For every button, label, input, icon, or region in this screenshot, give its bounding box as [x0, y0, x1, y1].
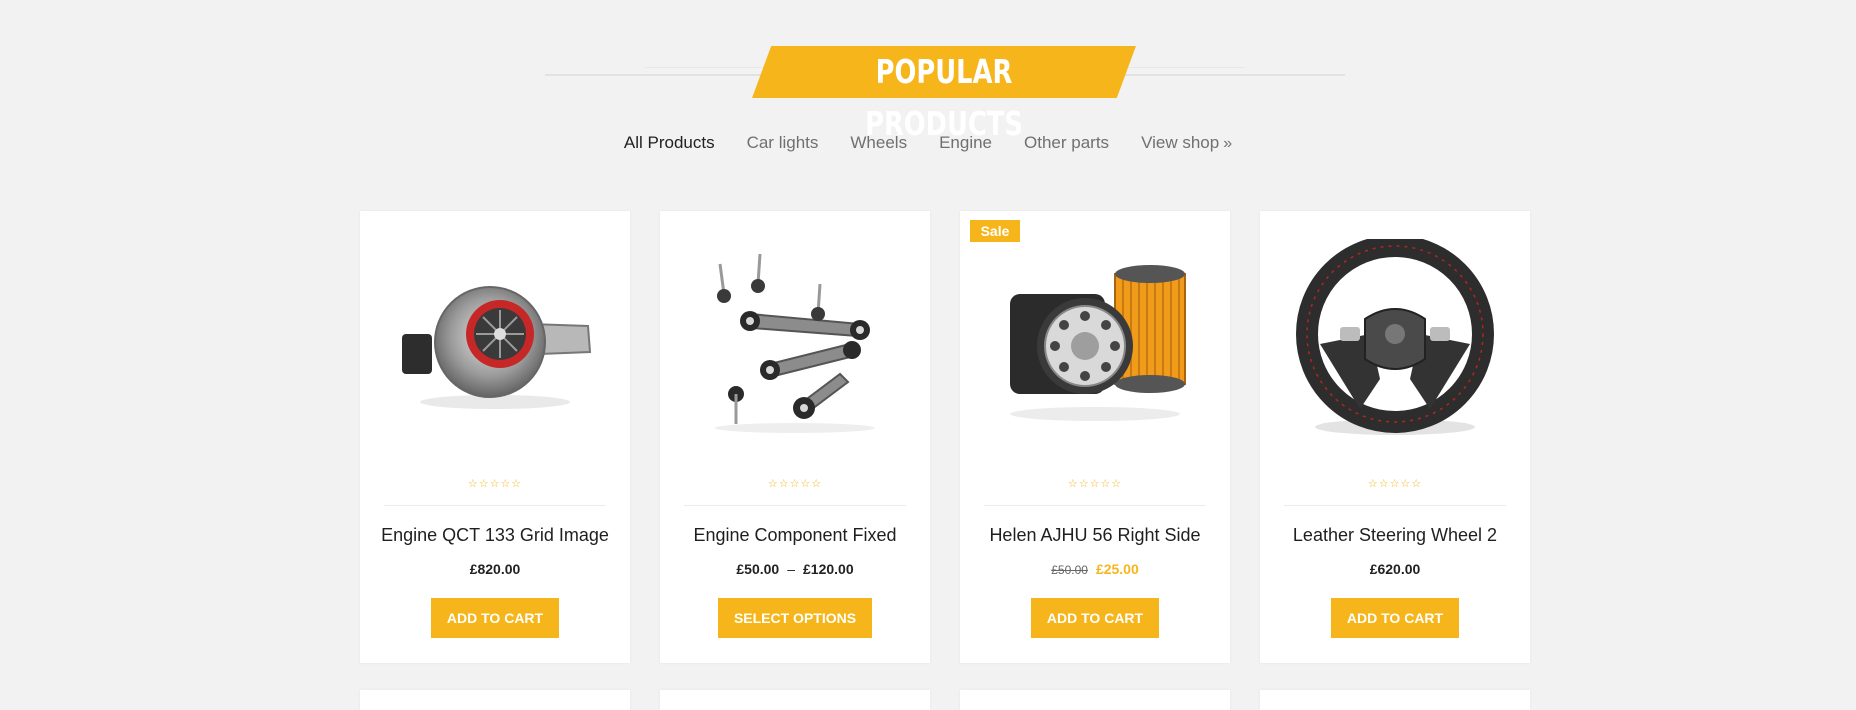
section-title: POPULAR PRODUCTS: [865, 52, 1023, 143]
tab-engine[interactable]: Engine: [939, 133, 992, 157]
product-card: ☆☆☆☆☆ Engine Component Fixed £50.00– £120…: [660, 211, 930, 663]
price-value: £620.00: [1369, 561, 1421, 577]
product-card-partial: [660, 690, 930, 710]
view-shop-link[interactable]: View shop»: [1141, 133, 1232, 157]
product-grid-next-row: [360, 690, 1530, 710]
product-card: ☆☆☆☆☆ Leather Steering Wheel 2 £620.00 A…: [1260, 211, 1530, 663]
price-min: £50.00: [736, 561, 780, 577]
turbocharger-image[interactable]: [380, 231, 610, 446]
add-to-cart-button[interactable]: ADD TO CART: [431, 598, 559, 638]
sale-price: £25.00: [1095, 561, 1139, 577]
double-chevron-right-icon: »: [1223, 135, 1233, 152]
tab-all-products[interactable]: All Products: [624, 133, 715, 157]
product-card: Sale ☆☆☆☆☆ Helen AJHU 56 Right Side £50.…: [960, 211, 1230, 663]
rating-stars: ☆☆☆☆☆: [1067, 478, 1123, 490]
select-options-button[interactable]: SELECT OPTIONS: [718, 598, 872, 638]
add-to-cart-button[interactable]: ADD TO CART: [1331, 598, 1459, 638]
product-price: £820.00: [360, 561, 630, 577]
rating-stars: ☆☆☆☆☆: [467, 478, 523, 490]
product-price-range: £50.00– £120.00: [660, 561, 930, 577]
product-grid: ☆☆☆☆☆ Engine QCT 133 Grid Image £820.00 …: [360, 211, 1530, 663]
suspension-parts-image[interactable]: [680, 231, 910, 446]
product-price: £50.00 £25.00: [960, 561, 1230, 577]
product-name[interactable]: Engine Component Fixed: [680, 525, 910, 546]
price-separator: –: [787, 561, 795, 577]
product-name[interactable]: Helen AJHU 56 Right Side: [980, 525, 1210, 546]
tab-other-parts[interactable]: Other parts: [1024, 133, 1109, 157]
tab-wheels[interactable]: Wheels: [850, 133, 907, 157]
product-filter-tabs: All Products Car lights Wheels Engine Ot…: [0, 133, 1856, 157]
product-card: ☆☆☆☆☆ Engine QCT 133 Grid Image £820.00 …: [360, 211, 630, 663]
rating-stars: ☆☆☆☆☆: [767, 478, 823, 490]
product-card-partial: [360, 690, 630, 710]
price-max: £120.00: [803, 561, 854, 577]
product-name[interactable]: Leather Steering Wheel 2: [1280, 525, 1510, 546]
steering-wheel-image[interactable]: [1280, 231, 1510, 446]
card-divider: [984, 505, 1206, 506]
view-shop-label: View shop: [1141, 133, 1220, 152]
product-price: £620.00: [1260, 561, 1530, 577]
rating-stars: ☆☆☆☆☆: [1367, 478, 1423, 490]
add-to-cart-button[interactable]: ADD TO CART: [1031, 598, 1159, 638]
tab-car-lights[interactable]: Car lights: [747, 133, 819, 157]
product-card-partial: [960, 690, 1230, 710]
oil-filters-image[interactable]: [980, 231, 1210, 446]
product-card-partial: [1260, 690, 1530, 710]
old-price: £50.00: [1051, 563, 1088, 577]
product-name[interactable]: Engine QCT 133 Grid Image: [380, 525, 610, 546]
card-divider: [384, 505, 606, 506]
card-divider: [684, 505, 906, 506]
card-divider: [1284, 505, 1506, 506]
price-value: £820.00: [469, 561, 521, 577]
